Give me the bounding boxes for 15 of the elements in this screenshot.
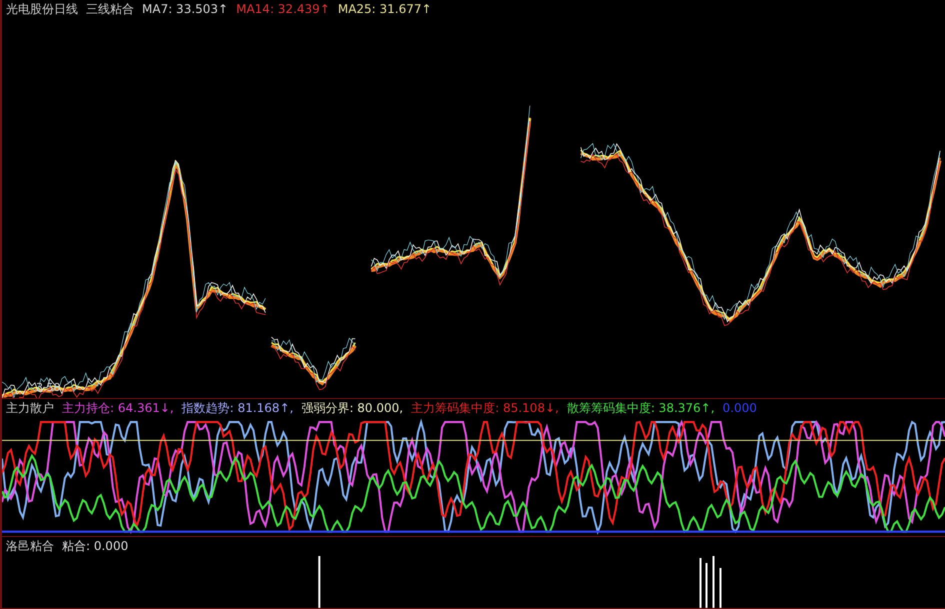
legend-value: 粘合: 0.000 xyxy=(62,539,128,554)
legend-value: MA14: 32.439↑ xyxy=(236,2,330,17)
legend-value: MA7: 33.503↑ xyxy=(142,2,228,17)
indicator-title: 主力散户 xyxy=(6,401,54,416)
low-price-label: 3.50 xyxy=(36,381,60,394)
legend-value: 主力筹码集中度: 85.108↓, xyxy=(411,401,559,416)
indicator-name: 三线粘合 xyxy=(86,2,134,17)
legend-value: 0.000 xyxy=(722,401,757,416)
legend-value: 散筹筹码集中度: 38.376↑, xyxy=(566,401,715,416)
stock-title: 光电股份日线 xyxy=(6,2,78,17)
legend-value: 强弱分界: 80.000, xyxy=(301,401,404,416)
legend-value: MA25: 31.677↑ xyxy=(338,2,432,17)
legend-value: 指数趋势: 81.168↑, xyxy=(182,401,294,416)
legend-value: 主力持仓: 64.361↓, xyxy=(62,401,174,416)
indicator-title: 洛邑粘合 xyxy=(6,539,54,554)
